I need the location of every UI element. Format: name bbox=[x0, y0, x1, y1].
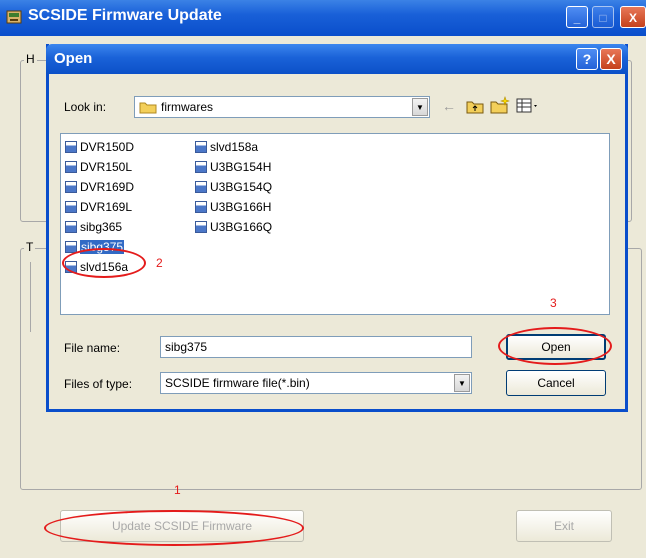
file-name: U3BG154H bbox=[210, 160, 272, 174]
dialog-close-label: X bbox=[606, 51, 616, 67]
back-arrow-icon[interactable]: ← bbox=[442, 98, 456, 114]
file-icon bbox=[195, 201, 207, 213]
file-icon bbox=[65, 141, 77, 153]
up-folder-icon[interactable] bbox=[466, 98, 484, 117]
file-item[interactable]: sibg365 bbox=[65, 218, 122, 236]
file-item[interactable]: DVR150D bbox=[65, 138, 134, 156]
file-item[interactable]: U3BG154H bbox=[195, 158, 271, 176]
file-list[interactable]: DVR150D DVR150L DVR169D DVR169L sibg365 sibg3… bbox=[60, 133, 610, 315]
file-item[interactable]: DVR169D bbox=[65, 178, 134, 196]
cancel-button[interactable]: Cancel bbox=[506, 370, 606, 396]
annotation-step-2: 2 bbox=[156, 256, 163, 270]
help-icon[interactable]: ? bbox=[576, 48, 598, 70]
dialog-title-bar[interactable]: Open ? X bbox=[46, 44, 628, 74]
file-icon bbox=[65, 161, 77, 173]
dialog-title: Open bbox=[54, 50, 93, 67]
look-in-value: firmwares bbox=[161, 100, 214, 114]
file-name: sibg365 bbox=[80, 220, 123, 234]
files-of-type-value: SCSIDE firmware file(*.bin) bbox=[165, 376, 310, 390]
file-item[interactable]: U3BG166H bbox=[195, 198, 271, 216]
file-name: U3BG166Q bbox=[210, 220, 273, 234]
file-icon bbox=[65, 181, 77, 193]
annotation-step-1: 1 bbox=[174, 483, 181, 497]
app-icon bbox=[6, 9, 22, 28]
file-item[interactable]: slvd158a bbox=[195, 138, 258, 156]
new-folder-icon[interactable] bbox=[490, 96, 510, 117]
inner-panel-edge bbox=[30, 262, 35, 332]
minimize-icon[interactable]: _ bbox=[566, 6, 588, 28]
file-name: U3BG166H bbox=[210, 200, 272, 214]
close-icon[interactable]: X bbox=[620, 6, 646, 28]
file-name: U3BG154Q bbox=[210, 180, 273, 194]
group-box-bottom-label: T bbox=[24, 240, 36, 254]
file-icon bbox=[65, 221, 77, 233]
look-in-combo[interactable]: firmwares ▼ bbox=[134, 96, 430, 118]
folder-icon bbox=[139, 100, 157, 117]
view-menu-icon[interactable] bbox=[516, 98, 540, 117]
file-name: DVR169D bbox=[80, 180, 135, 194]
dialog-close-icon[interactable]: X bbox=[600, 48, 622, 70]
file-item[interactable]: U3BG166Q bbox=[195, 218, 272, 236]
outer-window-title: SCSIDE Firmware Update bbox=[28, 7, 222, 24]
file-name: DVR150L bbox=[80, 160, 133, 174]
look-in-label: Look in: bbox=[64, 100, 107, 114]
file-item[interactable]: DVR150L bbox=[65, 158, 132, 176]
annotation-ring-selected-file bbox=[62, 248, 146, 278]
file-name-value: sibg375 bbox=[165, 340, 208, 354]
file-icon bbox=[65, 201, 77, 213]
exit-button-label: Exit bbox=[553, 519, 574, 533]
annotation-ring-update-button bbox=[44, 510, 304, 546]
outer-title-bar[interactable]: SCSIDE Firmware Update _ □ X bbox=[0, 0, 646, 36]
file-name-label: File name: bbox=[64, 341, 121, 355]
files-of-type-label: Files of type: bbox=[64, 377, 133, 391]
file-name: DVR150D bbox=[80, 140, 135, 154]
file-name: DVR169L bbox=[80, 200, 133, 214]
file-icon bbox=[195, 141, 207, 153]
annotation-step-3: 3 bbox=[550, 296, 557, 310]
file-icon bbox=[195, 221, 207, 233]
group-box-top-label: H bbox=[24, 52, 37, 66]
file-icon bbox=[195, 161, 207, 173]
file-item[interactable]: DVR169L bbox=[65, 198, 132, 216]
help-button-label: ? bbox=[582, 51, 592, 67]
files-of-type-dropdown-icon[interactable]: ▼ bbox=[454, 374, 470, 392]
file-name-input[interactable]: sibg375 bbox=[160, 336, 472, 358]
exit-button[interactable]: Exit bbox=[516, 510, 612, 542]
file-item[interactable]: U3BG154Q bbox=[195, 178, 272, 196]
look-in-dropdown-icon[interactable]: ▼ bbox=[412, 98, 428, 116]
cancel-button-label: Cancel bbox=[537, 376, 575, 390]
maximize-icon[interactable]: □ bbox=[592, 6, 614, 28]
file-name: slvd158a bbox=[210, 140, 259, 154]
files-of-type-select[interactable]: SCSIDE firmware file(*.bin) ▼ bbox=[160, 372, 472, 394]
annotation-ring-open-button bbox=[498, 327, 612, 365]
file-icon bbox=[195, 181, 207, 193]
